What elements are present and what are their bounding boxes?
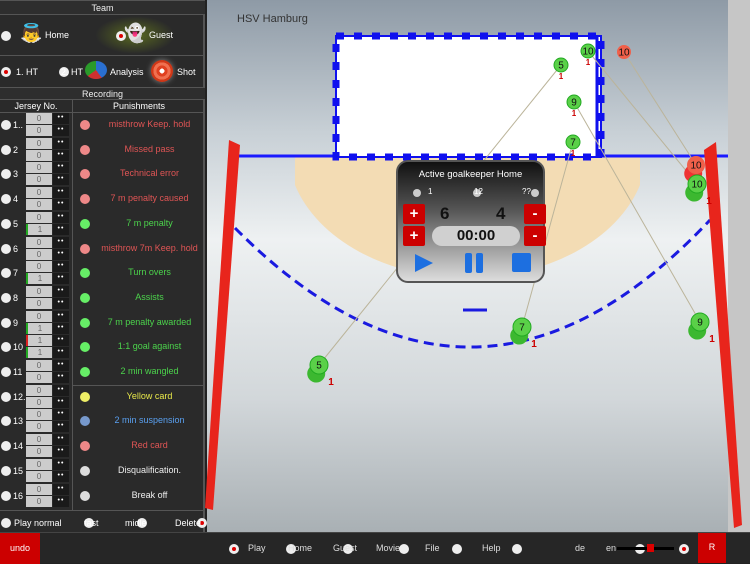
marker-number: 5 xyxy=(316,361,322,372)
help-radio[interactable] xyxy=(511,543,522,554)
en-label: en xyxy=(606,543,617,553)
volume-slider-handle[interactable] xyxy=(647,544,654,552)
timer-display: 00:00 xyxy=(432,226,520,246)
marker-count: 1 xyxy=(328,377,334,388)
home-mode-label: Home xyxy=(288,543,313,553)
shooter-marker[interactable]: 71 xyxy=(508,317,537,350)
goalkeeper-title: Active goalkeeper Home xyxy=(418,169,523,180)
marker-count: 1 xyxy=(572,109,577,118)
marker-number: 7 xyxy=(570,138,576,149)
goalkeeper-option-12: 12 xyxy=(474,187,483,196)
volume-slider[interactable] xyxy=(617,544,674,552)
marker-count: 1 xyxy=(706,196,712,207)
de-label: de xyxy=(575,543,586,553)
help-label: Help xyxy=(482,543,501,553)
marker-count: 1 xyxy=(571,149,576,158)
goalkeeper-radio-unknown[interactable] xyxy=(531,188,540,197)
file-label: File xyxy=(425,543,440,553)
play-mode-radio[interactable] xyxy=(229,543,239,554)
marker-count: 1 xyxy=(586,58,591,67)
pause-icon[interactable] xyxy=(464,252,486,274)
marker-count: 1 xyxy=(709,334,715,345)
marker-count: 1 xyxy=(559,72,564,81)
marker-number: 10 xyxy=(582,47,594,58)
bottom-bar: undo Play Home Guest Movie File Help de … xyxy=(0,532,750,564)
marker-number: 10 xyxy=(618,48,630,59)
stop-icon[interactable] xyxy=(511,252,533,274)
home-score: 6 xyxy=(440,204,450,223)
marker-number: 9 xyxy=(571,98,577,109)
movie-radio[interactable] xyxy=(398,543,409,554)
guest-plus-button[interactable]: + xyxy=(403,226,425,246)
marker-count: 1 xyxy=(531,339,537,350)
undo-button[interactable]: undo xyxy=(0,533,40,564)
marker-number: 10 xyxy=(691,180,703,191)
goalkeeper-option-unknown: ?? xyxy=(522,187,531,196)
home-plus-button[interactable]: + xyxy=(403,204,425,224)
shooter-marker[interactable]: 91 xyxy=(686,312,715,345)
file-radio[interactable] xyxy=(452,543,463,554)
goalkeeper-radio-1[interactable] xyxy=(413,188,421,197)
movie-label: Movie xyxy=(376,543,401,553)
guest-score: 4 xyxy=(496,204,506,223)
marker-number: 10 xyxy=(690,161,702,172)
shooter-marker[interactable]: 51 xyxy=(305,355,334,388)
r-button[interactable]: R xyxy=(698,533,726,563)
marker-number: 9 xyxy=(697,318,703,329)
left-post xyxy=(205,140,240,510)
goalkeeper-option-1: 1 xyxy=(428,187,433,196)
marker-number: 5 xyxy=(558,61,564,72)
marker-number: 7 xyxy=(519,323,525,334)
en-radio[interactable] xyxy=(678,543,689,554)
play-label: Play xyxy=(248,543,266,553)
court-drawing: 1015191711051719110101 xyxy=(205,32,742,528)
goal-frame xyxy=(332,32,605,161)
guest-minus-button[interactable]: - xyxy=(524,226,546,246)
goal-shot-marker[interactable]: 10 xyxy=(617,45,631,59)
home-minus-button[interactable]: - xyxy=(524,204,546,224)
play-icon[interactable] xyxy=(413,252,435,274)
guest-mode-label: Guest xyxy=(333,543,358,553)
goalkeeper-panel: Active goalkeeper Home 1 12 ?? + + - - 6… xyxy=(396,160,546,283)
